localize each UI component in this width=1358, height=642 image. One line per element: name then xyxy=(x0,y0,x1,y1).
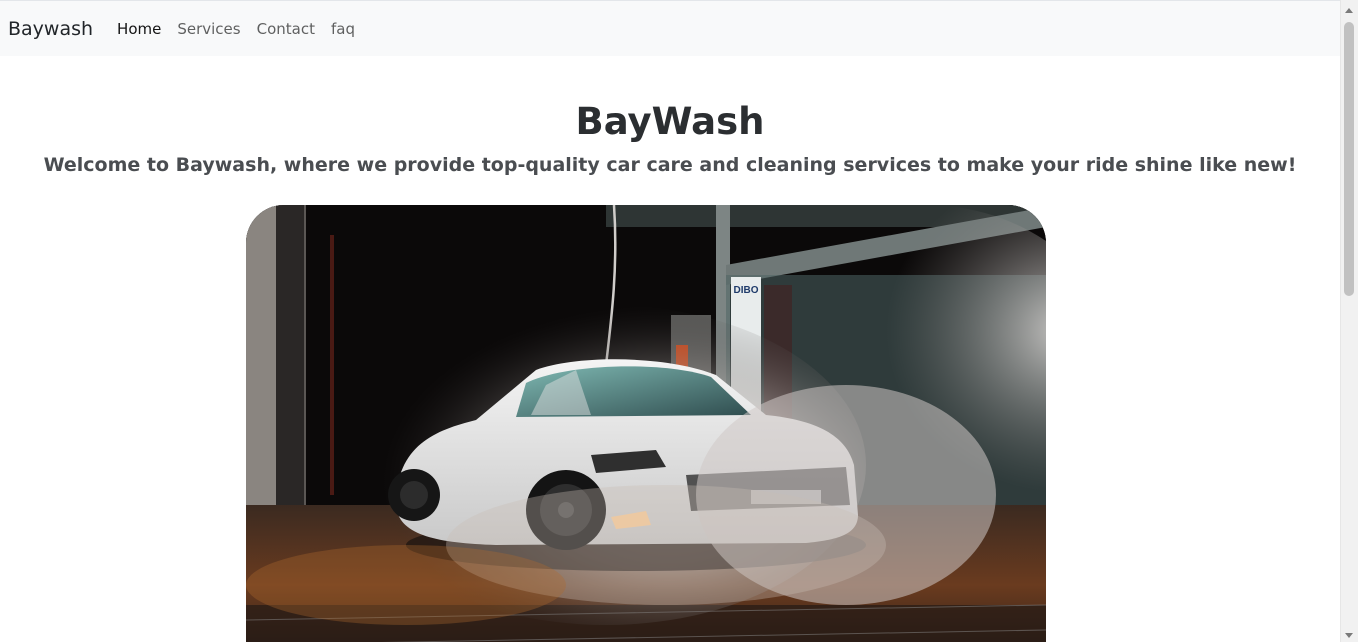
nav-links: Home Services Contact faq xyxy=(109,20,363,38)
nav-link-contact[interactable]: Contact xyxy=(249,20,323,38)
scroll-thumb[interactable] xyxy=(1344,22,1354,296)
scroll-down-arrow-icon[interactable] xyxy=(1345,633,1353,638)
hero-image: DIBO xyxy=(246,205,1046,642)
car-wash-photo: DIBO xyxy=(246,205,1046,642)
navbar: Baywash Home Services Contact faq xyxy=(0,0,1340,56)
page-title: BayWash xyxy=(575,100,765,143)
nav-link-home[interactable]: Home xyxy=(109,20,169,38)
browser-viewport: Baywash Home Services Contact faq BayWas… xyxy=(0,0,1358,642)
vertical-scrollbar[interactable] xyxy=(1340,0,1358,642)
main-content: BayWash Welcome to Baywash, where we pro… xyxy=(0,56,1340,642)
page-subtitle: Welcome to Baywash, where we provide top… xyxy=(43,154,1297,176)
nav-link-faq[interactable]: faq xyxy=(323,20,363,38)
brand-logo-link[interactable]: Baywash xyxy=(8,18,93,40)
scroll-up-arrow-icon[interactable] xyxy=(1345,8,1353,13)
nav-link-services[interactable]: Services xyxy=(169,20,248,38)
